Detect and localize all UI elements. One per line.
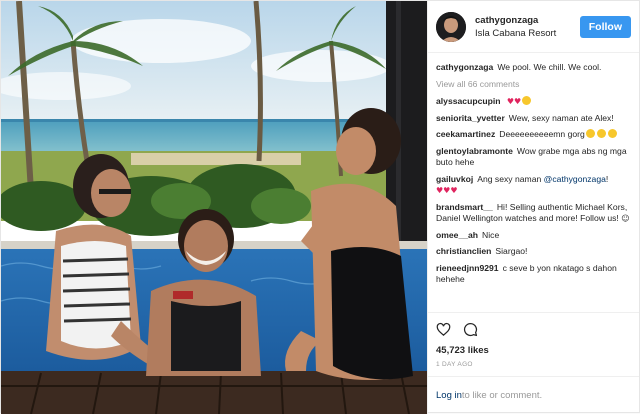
action-icons	[436, 319, 631, 339]
comment-suffix: !	[605, 173, 609, 184]
login-prompt: Log in to like or comment.	[428, 376, 639, 414]
view-all-comments-link[interactable]: View all 66 comments	[436, 79, 631, 91]
comment-username[interactable]: omee__ah	[436, 230, 478, 240]
post-actions: 45,723 likes 1 DAY AGO	[428, 312, 639, 376]
heart-emoji-icon: ♥	[506, 97, 515, 106]
follow-button[interactable]: Follow	[579, 15, 631, 38]
comment-username[interactable]: gailuvkoj	[436, 174, 473, 184]
comment-text: Nice	[482, 229, 500, 240]
post-username[interactable]: cathygonzaga	[475, 14, 580, 27]
heart-eyes-emoji-icon	[585, 129, 595, 138]
instagram-post: cathygonzaga Isla Cabana Resort Follow c…	[0, 0, 640, 414]
comment-item: christianclien Siargao!	[436, 246, 631, 258]
post-photo[interactable]	[1, 1, 427, 414]
comment-username[interactable]: ceekamartinez	[436, 129, 495, 139]
comment-text: Ang sexy naman	[477, 173, 542, 184]
caption-username[interactable]: cathygonzaga	[436, 62, 493, 72]
comment-item: gailuvkoj Ang sexy naman @cathygonzaga! ♥…	[436, 174, 631, 197]
comment-item: seniorita_yvetter Wew, sexy naman ate Ale…	[436, 113, 631, 125]
comment-text: Wew, sexy naman ate Alex!	[508, 112, 614, 123]
comment-item: omee__ah Nice	[436, 230, 631, 242]
red-heart-emoji-icon: ♥	[450, 186, 458, 195]
post-timestamp[interactable]: 1 DAY AGO	[436, 361, 631, 376]
comment-item: alyssacupcupin ♥♥	[436, 96, 631, 108]
heart-outline-icon[interactable]	[436, 322, 451, 337]
smile-emoji-icon: ☺	[621, 214, 630, 223]
comment-username[interactable]: alyssacupcupin	[436, 96, 500, 106]
comment-item: glentoylabramonte Wow grabe mga abs ng mg…	[436, 146, 631, 169]
heart-emoji-icon: ♥	[514, 97, 522, 106]
login-link[interactable]: Log in	[436, 390, 462, 401]
caption-text: We pool. We chill. We cool.	[497, 62, 602, 72]
header-text: cathygonzaga Isla Cabana Resort	[475, 14, 580, 40]
avatar[interactable]	[436, 11, 466, 42]
comment-text: Deeeeeeeeeemn gorg	[499, 129, 585, 139]
comment-item: ceekamartinez Deeeeeeeeeemn gorg	[436, 129, 631, 141]
comment-username[interactable]: rieneedjnn9291	[436, 263, 499, 273]
comment-item: brandsmart__ Hi! Selling authentic Michae…	[436, 202, 631, 225]
comment-username[interactable]: seniorita_yvetter	[436, 113, 505, 123]
comment-text: Siargao!	[495, 246, 528, 256]
comment-username[interactable]: brandsmart__	[436, 202, 493, 212]
heart-eyes-emoji-icon	[607, 129, 617, 138]
pool-scene-image	[1, 1, 427, 414]
post-location[interactable]: Isla Cabana Resort	[475, 27, 580, 40]
comment-username[interactable]: christianclien	[436, 246, 491, 256]
login-suffix: to like or comment.	[461, 390, 543, 401]
comment-username[interactable]: glentoylabramonte	[436, 146, 513, 156]
likes-count[interactable]: 45,723 likes	[436, 345, 631, 356]
comments-list: cathygonzaga We pool. We chill. We cool. …	[428, 53, 639, 312]
post-side-panel: cathygonzaga Isla Cabana Resort Follow c…	[427, 1, 639, 414]
comment-item: rieneedjnn9291 c seve b yon nkatago s dah…	[436, 263, 631, 286]
mention-link[interactable]: @cathygonzaga	[544, 174, 606, 184]
caption: cathygonzaga We pool. We chill. We cool.	[436, 62, 631, 74]
heart-eyes-emoji-icon	[596, 129, 606, 138]
heart-eyes-emoji-icon	[522, 96, 532, 105]
post-header: cathygonzaga Isla Cabana Resort Follow	[428, 1, 639, 53]
speech-bubble-icon[interactable]	[463, 322, 478, 337]
